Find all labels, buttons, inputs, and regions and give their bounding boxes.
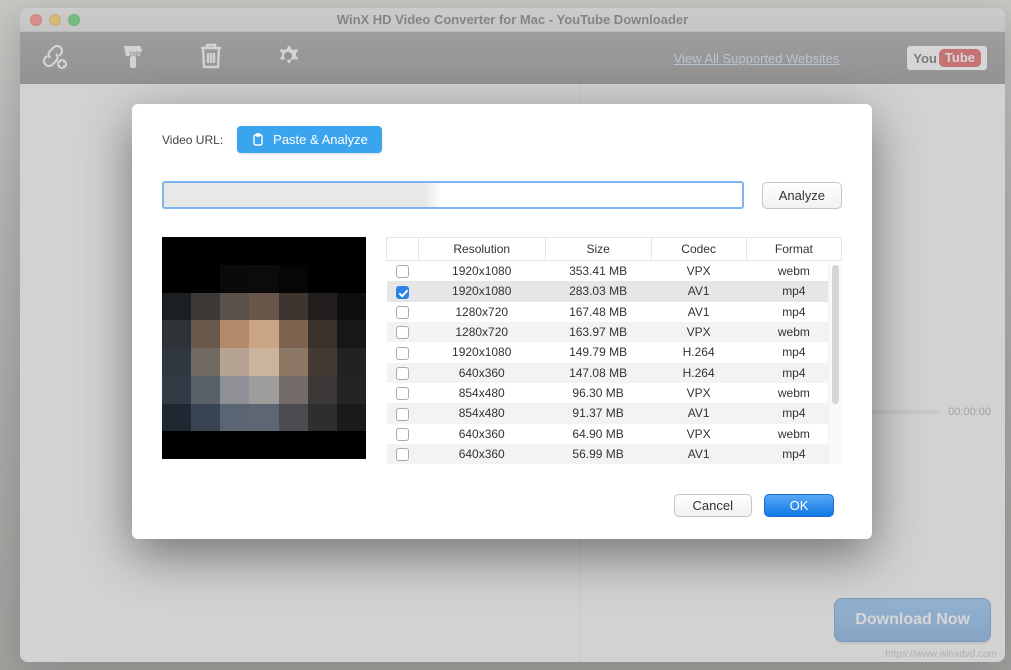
cell-resolution: 854x480 bbox=[418, 403, 545, 423]
header-resolution: Resolution bbox=[418, 238, 545, 261]
table-row[interactable]: 640x360147.08 MBH.264mp4 bbox=[387, 363, 842, 383]
header-format: Format bbox=[746, 238, 841, 261]
cell-codec: AV1 bbox=[651, 444, 746, 464]
cell-size: 96.30 MB bbox=[545, 383, 651, 403]
cell-codec: VPX bbox=[651, 261, 746, 282]
row-checkbox[interactable] bbox=[396, 448, 409, 461]
row-checkbox[interactable] bbox=[396, 387, 409, 400]
cell-resolution: 640x360 bbox=[418, 424, 545, 444]
cell-size: 167.48 MB bbox=[545, 302, 651, 322]
row-checkbox[interactable] bbox=[396, 408, 409, 421]
cell-codec: AV1 bbox=[651, 403, 746, 423]
cell-resolution: 1280x720 bbox=[418, 322, 545, 342]
cell-resolution: 1920x1080 bbox=[418, 342, 545, 362]
cell-resolution: 1280x720 bbox=[418, 302, 545, 322]
cancel-button[interactable]: Cancel bbox=[674, 494, 752, 517]
table-row[interactable]: 640x36064.90 MBVPXwebm bbox=[387, 424, 842, 444]
cell-resolution: 854x480 bbox=[418, 383, 545, 403]
row-checkbox[interactable] bbox=[396, 347, 409, 360]
table-row[interactable]: 1920x1080353.41 MBVPXwebm bbox=[387, 261, 842, 282]
cell-size: 147.08 MB bbox=[545, 363, 651, 383]
analyze-dialog: Video URL: Paste & Analyze Analyze Resol… bbox=[132, 104, 872, 539]
cell-size: 353.41 MB bbox=[545, 261, 651, 282]
row-checkbox[interactable] bbox=[396, 265, 409, 278]
cell-codec: AV1 bbox=[651, 281, 746, 301]
table-row[interactable]: 1920x1080283.03 MBAV1mp4 bbox=[387, 281, 842, 301]
cell-codec: VPX bbox=[651, 322, 746, 342]
cell-size: 56.99 MB bbox=[545, 444, 651, 464]
ok-button[interactable]: OK bbox=[764, 494, 834, 517]
table-row[interactable]: 854x48096.30 MBVPXwebm bbox=[387, 383, 842, 403]
table-scrollbar[interactable] bbox=[828, 265, 842, 464]
cell-codec: AV1 bbox=[651, 302, 746, 322]
cell-size: 149.79 MB bbox=[545, 342, 651, 362]
cell-resolution: 1920x1080 bbox=[418, 261, 545, 282]
cell-codec: H.264 bbox=[651, 363, 746, 383]
video-url-label: Video URL: bbox=[162, 133, 223, 147]
cell-resolution: 640x360 bbox=[418, 363, 545, 383]
video-url-input[interactable] bbox=[162, 181, 744, 209]
table-row[interactable]: 1920x1080149.79 MBH.264mp4 bbox=[387, 342, 842, 362]
cell-resolution: 640x360 bbox=[418, 444, 545, 464]
cell-size: 91.37 MB bbox=[545, 403, 651, 423]
paste-analyze-label: Paste & Analyze bbox=[273, 132, 368, 147]
row-checkbox[interactable] bbox=[396, 306, 409, 319]
table-row[interactable]: 854x48091.37 MBAV1mp4 bbox=[387, 403, 842, 423]
analyze-button[interactable]: Analyze bbox=[762, 182, 842, 209]
table-row[interactable]: 1280x720167.48 MBAV1mp4 bbox=[387, 302, 842, 322]
video-thumbnail bbox=[162, 237, 366, 459]
cell-size: 163.97 MB bbox=[545, 322, 651, 342]
header-codec: Codec bbox=[651, 238, 746, 261]
cell-size: 283.03 MB bbox=[545, 281, 651, 301]
paste-analyze-button[interactable]: Paste & Analyze bbox=[237, 126, 382, 153]
cell-size: 64.90 MB bbox=[545, 424, 651, 444]
cell-resolution: 1920x1080 bbox=[418, 281, 545, 301]
row-checkbox[interactable] bbox=[396, 428, 409, 441]
cell-codec: VPX bbox=[651, 424, 746, 444]
format-table: Resolution Size Codec Format 1920x108035… bbox=[386, 237, 842, 464]
row-checkbox[interactable] bbox=[396, 286, 409, 299]
row-checkbox[interactable] bbox=[396, 367, 409, 380]
header-size: Size bbox=[545, 238, 651, 261]
table-row[interactable]: 640x36056.99 MBAV1mp4 bbox=[387, 444, 842, 464]
row-checkbox[interactable] bbox=[396, 326, 409, 339]
table-row[interactable]: 1280x720163.97 MBVPXwebm bbox=[387, 322, 842, 342]
cell-codec: VPX bbox=[651, 383, 746, 403]
cell-codec: H.264 bbox=[651, 342, 746, 362]
